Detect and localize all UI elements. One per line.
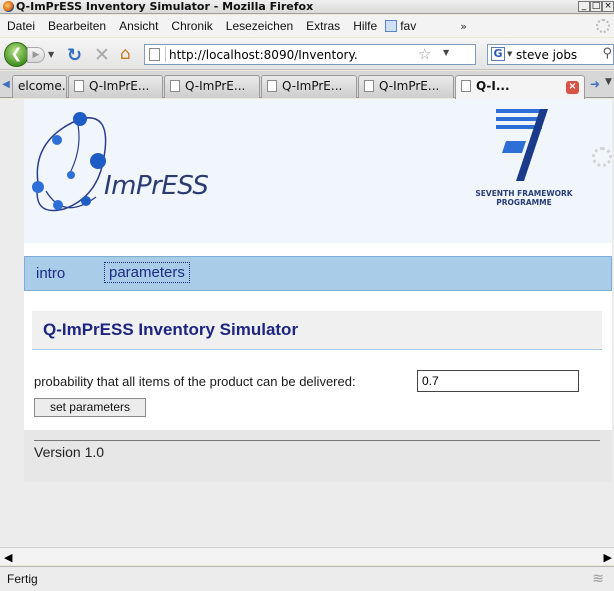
forward-button[interactable]: ▶ (27, 47, 45, 63)
page-header: ImPrESS SEVENTH FRAMEWORK PROGRAMME (24, 99, 612, 243)
loading-spinner-icon (592, 147, 612, 167)
menu-lesezeichen[interactable]: Lesezeichen (226, 19, 293, 33)
nav-parameters-link[interactable]: parameters (104, 262, 190, 283)
fp7-line1: SEVENTH FRAMEWORK (475, 189, 573, 198)
throbber-icon (596, 19, 610, 33)
scroll-left-icon[interactable]: ◀ (4, 551, 12, 564)
set-parameters-button[interactable]: set parameters (34, 398, 146, 417)
minimize-button[interactable]: _ (578, 1, 590, 12)
url-separator (165, 47, 166, 62)
status-bar: Fertig ≋ (0, 566, 614, 591)
probability-label: probability that all items of the produc… (34, 374, 356, 389)
menu-datei[interactable]: Datei (7, 19, 35, 33)
search-box[interactable]: G ▼ ⚲ (487, 44, 614, 65)
menu-bar: Datei Bearbeiten Ansicht Chronik Lesezei… (0, 15, 614, 37)
window-titlebar: Q-ImPrESS Inventory Simulator - Mozilla … (0, 0, 614, 14)
page-footer: Version 1.0 (24, 430, 612, 482)
footer-divider (34, 440, 600, 441)
back-button[interactable]: ❮ (4, 42, 29, 67)
search-engine-dropdown-icon[interactable]: ▼ (507, 50, 512, 58)
status-text: Fertig (7, 572, 38, 586)
tab-scroll-right-icon[interactable]: ➜ (590, 77, 600, 91)
tab-qimpress-3[interactable]: Q-ImPrE... (261, 75, 357, 98)
qimpress-logo-text: ImPrESS (104, 171, 209, 201)
toolbar-overflow-chevron[interactable]: » (460, 20, 467, 33)
page-icon (364, 80, 374, 92)
home-icon[interactable]: ⌂ (120, 44, 131, 64)
bookmark-folder-icon (385, 20, 398, 32)
window-title: Q-ImPrESS Inventory Simulator - Mozilla … (16, 0, 314, 13)
menu-extras[interactable]: Extras (306, 19, 340, 33)
page-nav: intro parameters (24, 256, 612, 291)
tab-label: Q-ImPrE... (379, 79, 440, 93)
page-viewport: ImPrESS SEVENTH FRAMEWORK PROGRAMME intr… (0, 99, 614, 547)
page-icon (149, 48, 160, 61)
tab-label: elcome... (18, 79, 66, 93)
nav-intro-link[interactable]: intro (36, 265, 65, 282)
page-icon (170, 80, 180, 92)
resize-grip-icon[interactable]: ≋ (592, 571, 604, 587)
app-title-box: Q-ImPrESS Inventory Simulator (32, 311, 602, 350)
url-dropdown-icon[interactable]: ▼ (443, 48, 449, 57)
scroll-right-icon[interactable]: ▶ (604, 551, 612, 564)
tab-label: Q-ImPrE... (282, 79, 343, 93)
tab-qimpress-2[interactable]: Q-ImPrE... (164, 75, 260, 98)
reload-icon[interactable]: ↻ (67, 45, 82, 66)
url-bar[interactable]: ☆ ▼ (144, 44, 476, 65)
menu-ansicht[interactable]: Ansicht (119, 19, 158, 33)
tab-close-icon[interactable]: × (566, 81, 579, 94)
bookmark-fav[interactable]: fav (400, 19, 416, 33)
search-icon[interactable]: ⚲ (602, 46, 612, 61)
tab-label: Q-ImPrE... (185, 79, 246, 93)
horizontal-scrollbar[interactable]: ◀ ▶ (0, 547, 614, 565)
page-icon (461, 80, 471, 92)
navigation-toolbar: ❮ ▶ ▼ ↻ ✕ ⌂ ☆ ▼ G ▼ ⚲ (0, 38, 614, 70)
url-input[interactable] (169, 46, 414, 63)
page-icon (267, 80, 277, 92)
google-icon[interactable]: G (491, 47, 505, 61)
probability-input[interactable] (417, 370, 579, 392)
tab-bar: ◀ elcome... Q-ImPrE... Q-ImPrE... Q-ImPr… (0, 71, 614, 99)
search-input[interactable] (516, 46, 598, 63)
tab-qimpress-1[interactable]: Q-ImPrE... (68, 75, 163, 98)
menu-chronik[interactable]: Chronik (171, 19, 212, 33)
tab-scroll-left-icon[interactable]: ◀ (0, 76, 12, 94)
tab-label: Q-I... (476, 79, 510, 93)
fp7-line2: PROGRAMME (496, 198, 552, 207)
page-title: Q-ImPrESS Inventory Simulator (43, 320, 299, 339)
version-text: Version 1.0 (34, 444, 105, 460)
tab-label: Q-ImPrE... (89, 79, 150, 93)
close-button[interactable]: × (602, 1, 614, 12)
fp7-caption: SEVENTH FRAMEWORK PROGRAMME (464, 189, 584, 207)
firefox-icon (3, 1, 14, 12)
bookmark-star-icon[interactable]: ☆ (418, 45, 431, 63)
history-dropdown-icon[interactable]: ▼ (48, 50, 54, 59)
page-icon (74, 80, 84, 92)
tab-qimpress-active[interactable]: Q-I... × (455, 75, 585, 99)
page-content: ImPrESS SEVENTH FRAMEWORK PROGRAMME intr… (24, 99, 612, 482)
maximize-button[interactable]: □ (590, 1, 602, 12)
menu-hilfe[interactable]: Hilfe (353, 19, 377, 33)
tab-welcome[interactable]: elcome... (12, 75, 67, 98)
window-controls: _ □ × (578, 1, 614, 12)
stop-icon[interactable]: ✕ (94, 44, 110, 66)
tab-list-dropdown-icon[interactable]: ▼ (605, 77, 612, 87)
menu-bearbeiten[interactable]: Bearbeiten (48, 19, 106, 33)
tab-qimpress-4[interactable]: Q-ImPrE... (358, 75, 454, 98)
